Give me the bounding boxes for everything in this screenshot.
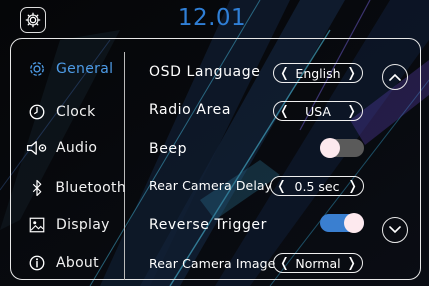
chevron-down-icon [389,226,401,234]
nav-label: Clock [56,104,96,120]
settings-button[interactable] [20,7,46,33]
toggle-knob [320,138,340,158]
rear-camera-image-label: Rear Camera Image [149,256,276,271]
gear-icon [26,58,48,80]
chevron-up-icon [389,73,401,81]
chevron-left-icon[interactable]: ❬ [279,104,290,119]
radio-area-label: Radio Area [149,102,232,118]
scroll-up-button[interactable] [382,64,408,90]
clock-display: 12.01 [177,5,247,31]
display-icon [26,214,48,236]
bluetooth-icon [26,177,47,199]
nav-label: General [56,61,114,77]
nav-item-clock[interactable]: Clock [26,100,126,124]
rear-camera-delay-selector[interactable]: ❬ 0.5 sec ❭ [270,176,364,196]
nav-item-about[interactable]: About [26,251,126,275]
nav-item-display[interactable]: Display [26,213,126,237]
nav-label: About [56,255,99,271]
radio-area-selector[interactable]: ❬ USA ❭ [273,101,363,121]
nav-label: Display [56,217,110,233]
rear-camera-image-value: Normal [295,255,341,271]
rear-camera-delay-label: Rear Camera Delay [149,178,273,193]
osd-language-value: English [295,65,341,81]
chevron-left-icon[interactable]: ❬ [276,179,287,194]
chevron-left-icon[interactable]: ❬ [279,66,290,81]
info-icon [26,252,48,274]
nav-label: Audio [56,140,98,156]
chevron-right-icon[interactable]: ❭ [346,104,357,119]
radio-area-value: USA [305,103,331,119]
osd-language-selector[interactable]: ❬ English ❭ [273,63,363,83]
gear-icon [25,12,41,28]
reverse-trigger-label: Reverse Trigger [149,217,268,233]
clock-icon [26,101,48,123]
beep-label: Beep [149,141,188,157]
chevron-left-icon[interactable]: ❬ [279,256,290,271]
rear-camera-delay-value: 0.5 sec [294,178,340,194]
chevron-right-icon[interactable]: ❭ [346,66,357,81]
osd-language-label: OSD Language [149,64,261,80]
speaker-icon [26,137,48,159]
reverse-trigger-toggle[interactable] [320,213,364,233]
toggle-knob [344,213,364,233]
beep-toggle[interactable] [320,138,364,158]
nav-item-audio[interactable]: Audio [26,136,126,160]
chevron-right-icon[interactable]: ❭ [347,179,358,194]
rear-camera-image-selector[interactable]: ❬ Normal ❭ [273,253,363,273]
nav-label: Bluetooth [55,180,126,196]
nav-item-bluetooth[interactable]: Bluetooth [26,176,126,200]
nav-divider [124,52,125,280]
chevron-right-icon[interactable]: ❭ [346,256,357,271]
scroll-down-button[interactable] [382,217,408,243]
nav-item-general[interactable]: General [26,57,126,81]
